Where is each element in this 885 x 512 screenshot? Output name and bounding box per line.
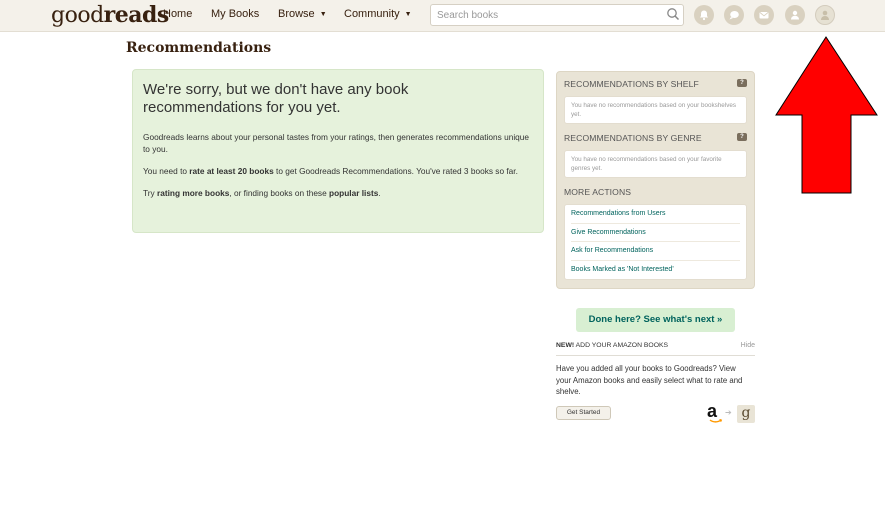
- new-badge: NEW!: [556, 342, 575, 349]
- genre-header-label: RECOMMENDATIONS BY GENRE: [564, 133, 702, 143]
- para2-text-end: to get Goodreads Recommendations. You've…: [273, 166, 518, 176]
- profile-icon[interactable]: [815, 5, 835, 25]
- genre-empty-text: You have no recommendations based on you…: [564, 150, 747, 178]
- para3-text-mid: , or finding books on these: [229, 188, 330, 198]
- amazon-smile-icon: [709, 419, 723, 423]
- help-icon[interactable]: ?: [737, 79, 747, 87]
- goodreads-logo[interactable]: goodreads: [51, 2, 169, 28]
- nav-browse-label: Browse: [278, 8, 315, 20]
- amazon-promo-body: Have you added all your books to Goodrea…: [556, 364, 743, 396]
- no-recommendations-message: We're sorry, but we don't have any book …: [132, 69, 544, 233]
- search-box: [430, 4, 684, 26]
- friends-icon[interactable]: [785, 5, 805, 25]
- shelf-section-header: RECOMMENDATIONS BY SHELF?: [564, 79, 747, 91]
- message-paragraph-1: Goodreads learns about your personal tas…: [143, 132, 530, 154]
- done-whats-next-button[interactable]: Done here? See what's next »: [576, 308, 735, 332]
- shelf-header-label: RECOMMENDATIONS BY SHELF: [564, 79, 699, 89]
- para3-text: Try: [143, 188, 157, 198]
- get-started-button[interactable]: Get Started: [556, 406, 611, 420]
- message-heading: We're sorry, but we don't have any book …: [143, 81, 409, 116]
- more-actions-label: MORE ACTIONS: [564, 187, 632, 197]
- goodreads-g-icon: g: [737, 405, 755, 423]
- caret-down-icon: ▼: [319, 11, 327, 18]
- nav-my-books[interactable]: My Books: [211, 8, 259, 20]
- page-title: Recommendations: [126, 40, 272, 56]
- bell-icon[interactable]: [694, 5, 714, 25]
- nav-browse[interactable]: Browse ▼: [278, 8, 327, 20]
- arrow-right-icon: ➔: [725, 408, 732, 417]
- hide-link[interactable]: Hide: [741, 342, 755, 349]
- mail-icon[interactable]: [754, 5, 774, 25]
- para2-text: You need to: [143, 166, 190, 176]
- top-navigation-bar: goodreads Home My Books Browse ▼ Communit…: [0, 0, 885, 32]
- books-not-interested-link[interactable]: Books Marked as 'Not Interested': [571, 261, 740, 280]
- message-paragraph-3: Try rating more books, or finding books …: [143, 187, 533, 199]
- recommendations-sidebar: RECOMMENDATIONS BY SHELF? You have no re…: [556, 71, 755, 289]
- popular-lists-link[interactable]: popular lists: [329, 188, 378, 198]
- rate-20-books-bold: rate at least 20 books: [189, 166, 274, 176]
- amazon-books-promo: NEW! ADD YOUR AMAZON BOOKS Hide Have you …: [556, 342, 755, 423]
- search-input[interactable]: [431, 5, 651, 26]
- para3-text-end: .: [378, 188, 381, 198]
- help-icon[interactable]: ?: [737, 133, 747, 141]
- amazon-header-label: ADD YOUR AMAZON BOOKS: [574, 342, 669, 349]
- nav-community-label: Community: [344, 8, 400, 20]
- rating-more-books-link[interactable]: rating more books: [157, 188, 229, 198]
- nav-home[interactable]: Home: [163, 8, 192, 20]
- search-icon[interactable]: [666, 7, 680, 26]
- caret-down-icon: ▼: [404, 11, 412, 18]
- red-arrow-annotation: [775, 36, 878, 194]
- message-paragraph-2: You need to rate at least 20 books to ge…: [143, 165, 533, 177]
- more-actions-header: MORE ACTIONS: [564, 187, 747, 199]
- amazon-promo-header: NEW! ADD YOUR AMAZON BOOKS Hide: [556, 342, 755, 356]
- more-actions-list: Recommendations from Users Give Recommen…: [564, 204, 747, 280]
- shelf-empty-text: You have no recommendations based on you…: [564, 96, 747, 124]
- recommendations-from-users-link[interactable]: Recommendations from Users: [571, 205, 740, 224]
- nav-community[interactable]: Community ▼: [344, 8, 412, 20]
- amazon-to-goodreads-logos: a ➔ g: [707, 401, 755, 424]
- give-recommendations-link[interactable]: Give Recommendations: [571, 224, 740, 242]
- genre-section-header: RECOMMENDATIONS BY GENRE?: [564, 133, 747, 145]
- ask-for-recommendations-link[interactable]: Ask for Recommendations: [571, 242, 740, 261]
- chat-icon[interactable]: [724, 5, 744, 25]
